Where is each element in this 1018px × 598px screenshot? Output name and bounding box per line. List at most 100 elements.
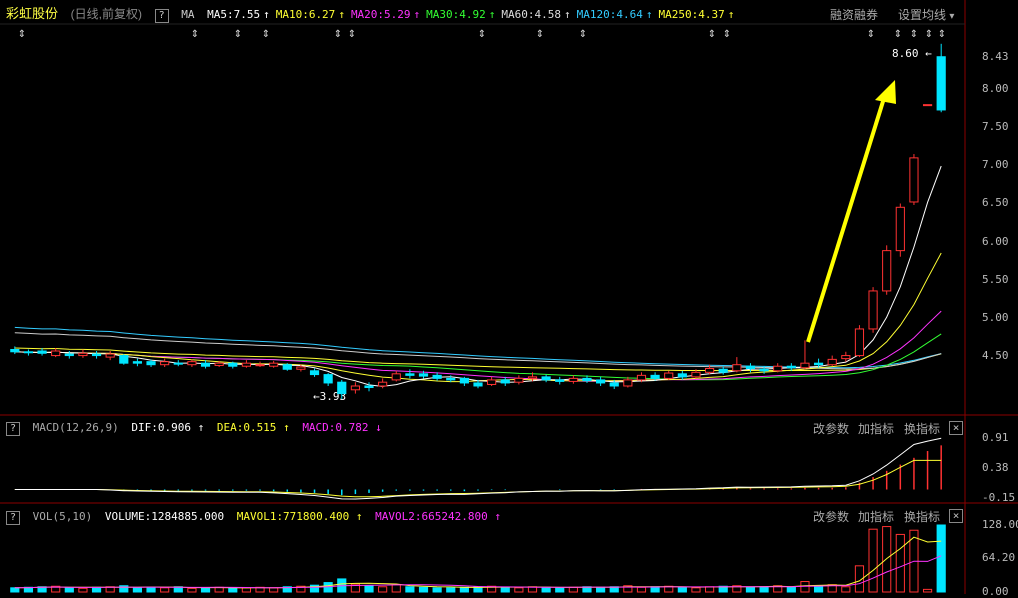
candle-body xyxy=(868,290,878,330)
event-marker-icon: ⇕ xyxy=(708,29,716,40)
candle-body xyxy=(664,372,674,379)
candle-body xyxy=(23,351,34,354)
volume-bar xyxy=(10,587,20,593)
candle-body xyxy=(269,362,279,367)
candle-body xyxy=(132,361,143,364)
volume-bar xyxy=(78,587,88,593)
candle-body xyxy=(364,385,374,389)
candle-body xyxy=(555,379,565,382)
event-marker-icon: ⇕ xyxy=(723,29,731,40)
candle-body xyxy=(10,348,20,353)
candle-body xyxy=(64,353,74,357)
candle-body xyxy=(745,365,756,369)
event-marker-icon: ⇕ xyxy=(478,29,486,40)
event-marker-icon: ⇕ xyxy=(867,29,875,40)
event-marker-icon: ⇕ xyxy=(348,29,356,40)
volume-bar xyxy=(759,586,769,593)
candle-body xyxy=(214,362,224,366)
volume-bar xyxy=(228,587,238,593)
candle-body xyxy=(37,350,47,354)
candle-body xyxy=(500,379,510,384)
volume-bar xyxy=(146,586,156,593)
kline-chart[interactable]: ⇕ ⇕ ⇕ ⇕ ⇕ ⇕ ⇕ ⇕ ⇕ ⇕ ⇕ ⇕ ⇕ ⇕ ⇕ ⇕ xyxy=(0,0,1018,594)
candle-body xyxy=(91,353,102,357)
trend-arrow-head xyxy=(875,80,896,104)
candle-body xyxy=(541,376,551,381)
candle-body xyxy=(582,377,592,382)
event-marker-icon: ⇕ xyxy=(894,29,902,40)
volume-bar xyxy=(882,526,892,593)
candle-body xyxy=(882,250,892,292)
event-marker-icon: ⇕ xyxy=(925,29,933,40)
candle-body xyxy=(432,374,442,379)
event-marker-icon: ⇕ xyxy=(910,29,918,40)
volume-bar xyxy=(364,585,374,593)
candle-body xyxy=(78,352,88,357)
volume-bar xyxy=(868,528,878,593)
candle-body xyxy=(323,374,333,384)
volume-bar xyxy=(813,585,824,593)
event-marker-icon: ⇕ xyxy=(536,29,544,40)
candle-body xyxy=(391,373,401,381)
volume-bar xyxy=(187,587,197,593)
volume-bar xyxy=(459,586,469,593)
mavol1-line xyxy=(14,536,942,589)
volume-bar xyxy=(596,586,606,593)
candle-body xyxy=(650,374,660,379)
volume-bar xyxy=(405,586,415,593)
volume-bar xyxy=(446,587,456,593)
candle-body xyxy=(473,382,483,387)
event-marker-icon: ⇕ xyxy=(334,29,342,40)
candle-body xyxy=(337,381,347,395)
volume-bar xyxy=(705,586,715,593)
candle-body xyxy=(119,355,129,364)
candle-body xyxy=(813,362,824,366)
candle-body xyxy=(487,379,497,385)
volume-bar xyxy=(936,524,946,593)
event-marker-icon: ⇕ xyxy=(234,29,242,40)
candle-body xyxy=(936,56,946,111)
volume-bar xyxy=(132,587,143,593)
candle-body xyxy=(160,361,170,366)
candle-body xyxy=(514,377,524,383)
candle-body xyxy=(841,355,851,360)
candle-body xyxy=(895,206,905,252)
candle-body xyxy=(228,362,238,367)
volume-bar xyxy=(269,587,279,593)
candle-body xyxy=(405,373,415,376)
candle-body xyxy=(677,373,687,378)
volume-bar xyxy=(691,587,701,593)
event-marker-icon: ⇕ xyxy=(262,29,270,40)
volume-bar xyxy=(841,586,851,593)
volume-bar xyxy=(541,586,551,593)
candle-body xyxy=(350,385,360,391)
volume-bar xyxy=(500,586,510,593)
event-marker-icon: ⇕ xyxy=(938,29,946,40)
candle-body xyxy=(446,377,456,381)
candle-body xyxy=(718,368,728,373)
candle-body xyxy=(105,353,115,358)
candle-body xyxy=(309,370,320,376)
volume-bar xyxy=(895,533,905,593)
candle-body xyxy=(636,374,647,381)
event-marker-icon: ⇕ xyxy=(191,29,199,40)
candle-body xyxy=(241,362,251,367)
volume-bar xyxy=(555,587,565,593)
volume-bar xyxy=(650,586,660,593)
candle-body xyxy=(800,362,810,369)
volume-bar xyxy=(391,584,401,593)
candle-body xyxy=(596,379,606,384)
volume-bar xyxy=(677,586,687,593)
candle-body xyxy=(459,377,469,384)
candle-body xyxy=(827,358,837,366)
event-marker-icon: ⇕ xyxy=(18,29,26,40)
candle-body xyxy=(146,361,156,366)
candle-body xyxy=(187,361,197,366)
candle-body xyxy=(759,368,769,372)
candle-body xyxy=(922,104,933,107)
volume-bar xyxy=(91,586,102,593)
candle-body xyxy=(568,377,578,382)
candle-body xyxy=(909,157,919,203)
volume-bar xyxy=(786,586,796,593)
candle-body xyxy=(854,328,865,357)
